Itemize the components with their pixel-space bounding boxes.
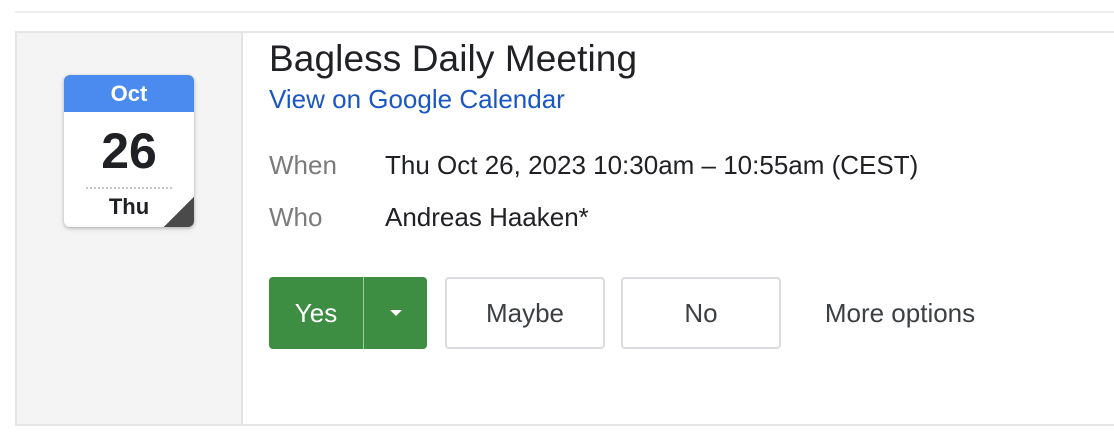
rsvp-yes-dropdown-button[interactable] <box>364 277 427 349</box>
rsvp-maybe-button[interactable]: Maybe <box>445 277 605 349</box>
calendar-panel: Oct 26 Thu <box>17 33 243 424</box>
top-divider <box>15 11 1114 13</box>
calendar-month: Oct <box>64 75 194 112</box>
view-on-google-calendar-link[interactable]: View on Google Calendar <box>269 84 565 115</box>
page-fold-icon <box>164 197 194 227</box>
when-value: Thu Oct 26, 2023 10:30am – 10:55am (CEST… <box>385 150 919 180</box>
rsvp-no-button[interactable]: No <box>621 277 781 349</box>
event-title: Bagless Daily Meeting <box>269 38 638 79</box>
who-label: Who <box>269 202 323 232</box>
calendar-day: 26 <box>101 123 157 179</box>
rsvp-yes-button[interactable]: Yes <box>269 277 363 349</box>
caret-down-icon <box>389 310 402 316</box>
calendar-dotted-line <box>86 187 172 189</box>
who-value: Andreas Haaken* <box>385 202 589 232</box>
when-label: When <box>269 150 337 180</box>
yes-button-group: Yes <box>269 277 427 349</box>
more-options-button[interactable]: More options <box>800 277 1000 349</box>
calendar-date-icon: Oct 26 Thu <box>64 75 194 227</box>
